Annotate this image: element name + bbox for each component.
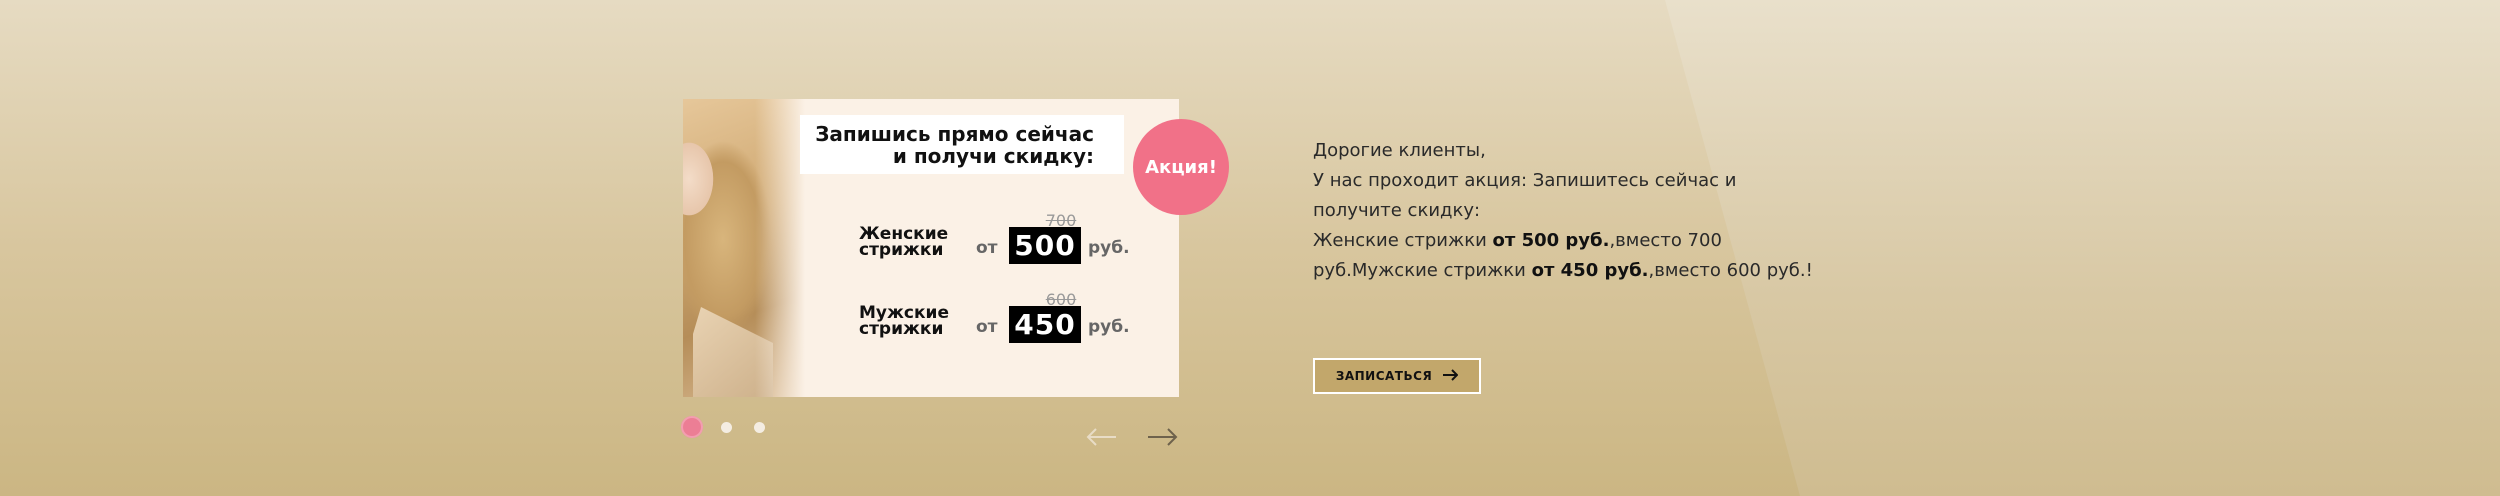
- new-price: 450: [1009, 306, 1081, 343]
- greeting-text: Дорогие клиенты,: [1313, 140, 1486, 161]
- arrow-right-icon: [1148, 428, 1178, 446]
- description-line: Женские стрижки от 500 руб.,вместо 700: [1313, 230, 1722, 251]
- description-line: руб.Мужские стрижки от 450 руб.,вместо 6…: [1313, 260, 1813, 281]
- slider-dot-3[interactable]: [754, 422, 765, 433]
- price-currency: руб.: [1088, 317, 1130, 337]
- signup-button[interactable]: ЗАПИСАТЬСЯ: [1313, 358, 1481, 394]
- price-from: от: [976, 238, 998, 258]
- promo-title-line1: Запишись прямо сейчас: [815, 122, 1094, 146]
- description-line: получите скидку:: [1313, 200, 1481, 221]
- price-from: от: [976, 317, 998, 337]
- price-row-women: Женские стрижки от 700 500 руб.: [859, 211, 1159, 274]
- price-row-men: Мужские стрижки от 600 450 руб.: [859, 290, 1159, 353]
- arrow-right-icon: [1442, 368, 1459, 384]
- promo-badge: Акция!: [1133, 119, 1229, 215]
- price-label: Мужские стрижки: [859, 303, 949, 339]
- promo-title-line2: и получи скидку:: [892, 144, 1094, 168]
- model-photo: [683, 99, 805, 397]
- slider-dot-2[interactable]: [721, 422, 732, 433]
- price-currency: руб.: [1088, 238, 1130, 258]
- price-label: Женские стрижки: [859, 224, 949, 260]
- arrow-left-icon: [1086, 428, 1116, 446]
- signup-button-label: ЗАПИСАТЬСЯ: [1335, 369, 1433, 383]
- slider-prev-button[interactable]: [1085, 420, 1119, 454]
- slider-dot-1[interactable]: [681, 416, 703, 438]
- description-line: У нас проходит акция: Запишитесь сейчас …: [1313, 170, 1737, 191]
- promo-banner: Запишись прямо сейчас и получи скидку: Ж…: [683, 99, 1179, 397]
- promo-title: Запишись прямо сейчас и получи скидку:: [800, 115, 1124, 174]
- new-price: 500: [1009, 227, 1081, 264]
- promo-description: Дорогие клиенты, У нас проходит акция: З…: [1313, 136, 1833, 286]
- slider-next-button[interactable]: [1145, 420, 1179, 454]
